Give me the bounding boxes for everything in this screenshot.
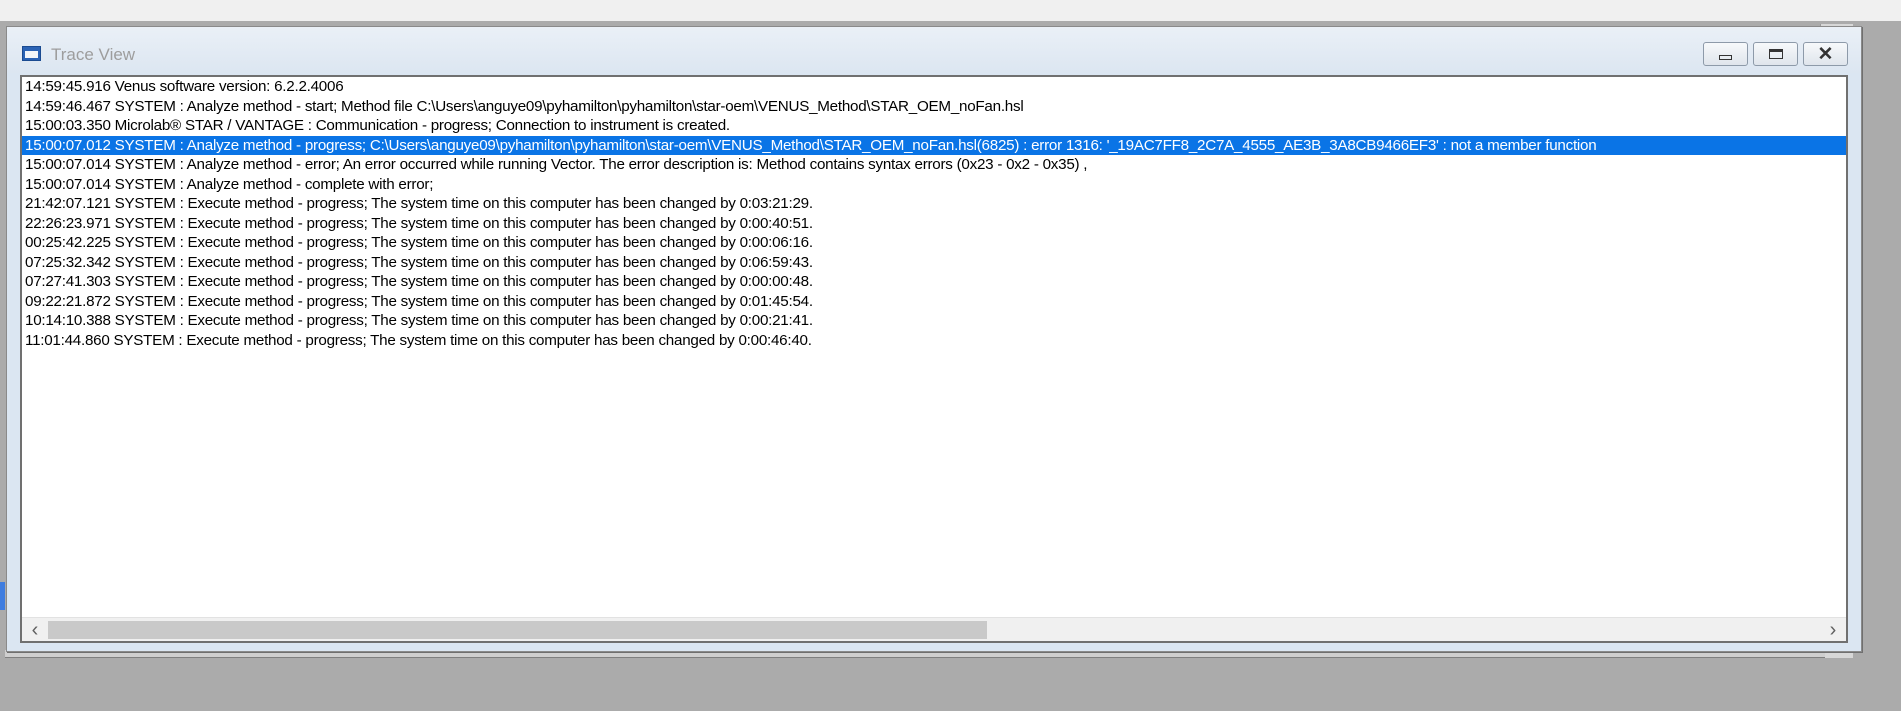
minimize-button[interactable]	[1703, 42, 1748, 66]
log-line[interactable]: 11:01:44.860 SYSTEM : Execute method - p…	[22, 331, 1846, 351]
horizontal-scrollbar[interactable]: ‹ ›	[22, 617, 1846, 641]
scroll-left-button[interactable]: ‹	[22, 618, 48, 641]
chevron-left-icon: ‹	[31, 618, 39, 641]
log-line[interactable]: 21:42:07.121 SYSTEM : Execute method - p…	[22, 194, 1846, 214]
close-button[interactable]: ✕	[1803, 42, 1848, 66]
log-line[interactable]: 00:25:42.225 SYSTEM : Execute method - p…	[22, 233, 1846, 253]
window-app-icon[interactable]	[22, 46, 41, 61]
log-line[interactable]: 09:22:21.872 SYSTEM : Execute method - p…	[22, 292, 1846, 312]
chevron-right-icon: ›	[1829, 618, 1837, 641]
close-icon: ✕	[1817, 43, 1834, 65]
log-line[interactable]: 14:59:45.916 Venus software version: 6.2…	[22, 77, 1846, 97]
log-line[interactable]: 15:00:07.014 SYSTEM : Analyze method - e…	[22, 155, 1846, 175]
restore-button[interactable]	[1753, 42, 1798, 66]
window-titlebar[interactable]: Trace View ✕	[7, 27, 1861, 73]
desktop-taskbar-edge	[0, 582, 5, 610]
log-line[interactable]: 07:25:32.342 SYSTEM : Execute method - p…	[22, 253, 1846, 273]
log-line[interactable]: 22:26:23.971 SYSTEM : Execute method - p…	[22, 214, 1846, 234]
log-line[interactable]: 07:27:41.303 SYSTEM : Execute method - p…	[22, 272, 1846, 292]
trace-view-window: Trace View ✕ 14:59:45.916 Venus software…	[6, 26, 1862, 652]
log-line-selected[interactable]: 15:00:07.012 SYSTEM : Analyze method - p…	[22, 135, 1846, 155]
scrollbar-thumb[interactable]	[48, 621, 988, 639]
log-line[interactable]: 10:14:10.388 SYSTEM : Execute method - p…	[22, 311, 1846, 331]
window-title: Trace View	[51, 45, 136, 64]
trace-log-pane[interactable]: 14:59:45.916 Venus software version: 6.2…	[20, 75, 1848, 643]
log-line[interactable]: 15:00:03.350 Microlab® STAR / VANTAGE : …	[22, 116, 1846, 136]
scroll-right-button[interactable]: ›	[1820, 618, 1846, 641]
log-line[interactable]: 15:00:07.014 SYSTEM : Analyze method - c…	[22, 175, 1846, 195]
scrollbar-track[interactable]	[48, 621, 1820, 639]
log-line[interactable]: 14:59:46.467 SYSTEM : Analyze method - s…	[22, 97, 1846, 117]
minimize-icon	[1719, 54, 1732, 60]
restore-icon	[1768, 49, 1783, 59]
desktop-background-top	[0, 0, 1901, 21]
trace-log-list[interactable]: 14:59:45.916 Venus software version: 6.2…	[22, 77, 1846, 617]
